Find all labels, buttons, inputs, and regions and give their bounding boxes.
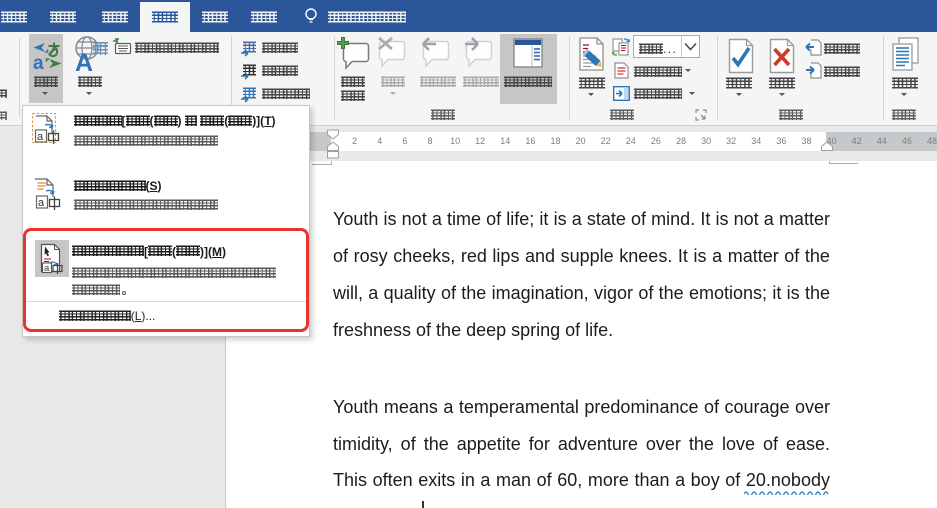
svg-text:a: a	[38, 197, 45, 209]
svg-text:a: a	[37, 131, 44, 143]
svg-text:A: A	[75, 49, 93, 73]
svg-text:a: a	[33, 53, 44, 71]
